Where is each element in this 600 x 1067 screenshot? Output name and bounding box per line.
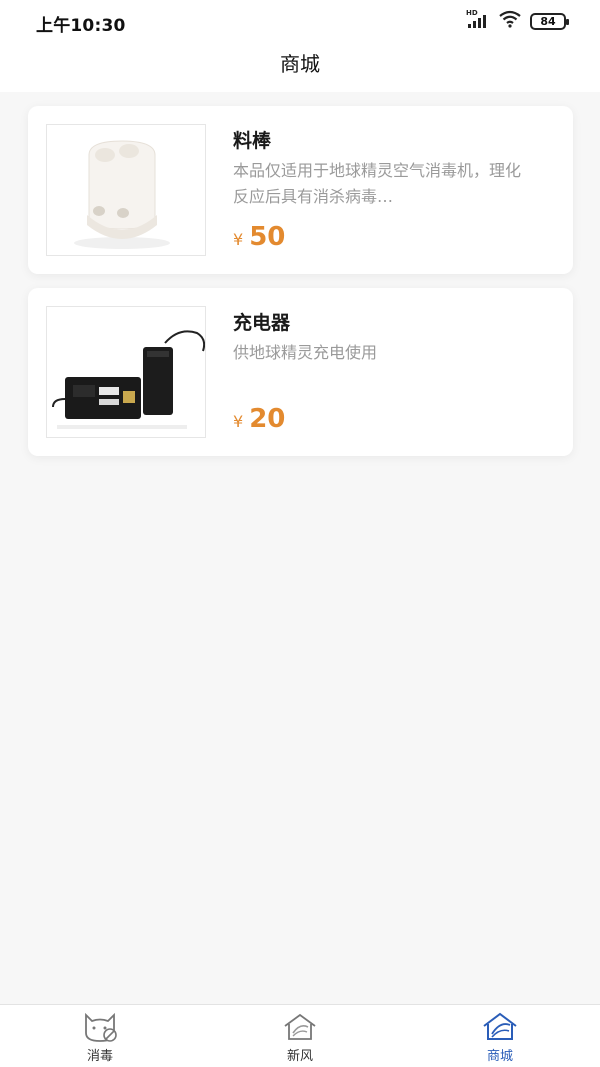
price-value: 50 [249,222,286,252]
product-description: 本品仅适用于地球精灵空气消毒机，理化反应后具有消杀病毒… [233,161,522,206]
tab-shop[interactable]: 商城 [460,1011,540,1067]
currency-symbol: ¥ [233,412,244,431]
product-card[interactable]: 料棒 本品仅适用于地球精灵空气消毒机，理化反应后具有消杀病毒… ¥50 [28,106,573,274]
rod-product-icon [47,125,205,255]
product-description: 供地球精灵充电使用 [233,343,378,362]
wifi-icon [498,10,522,32]
cat-disinfect-icon [85,1012,117,1042]
signal-icon: HD [466,9,490,29]
page-title: 商城 [280,52,320,76]
charger-product-icon [47,307,205,437]
product-price: ¥50 [233,222,285,252]
hd-label: HD [466,9,478,17]
product-image [46,306,206,438]
product-card[interactable]: 充电器 供地球精灵充电使用 ¥20 [28,288,573,456]
bottom-tab-bar: 消毒 新风 商城 [0,1004,600,1067]
status-bar: 上午10:30 HD 84 [0,0,600,42]
tab-label: 商城 [486,1049,513,1064]
product-image [46,124,206,256]
tab-fresh-air[interactable]: 新风 [260,1011,340,1067]
product-name: 充电器 [233,312,291,334]
status-icons: HD 84 [466,9,569,32]
tab-label: 消毒 [86,1049,113,1064]
currency-symbol: ¥ [233,230,244,249]
product-name: 料棒 [233,130,272,152]
product-price: ¥20 [233,404,285,434]
price-value: 20 [249,404,286,434]
nav-bar: 商城 [0,42,600,92]
shop-house-icon [483,1012,517,1040]
tab-label: 新风 [286,1049,313,1064]
tab-disinfect[interactable]: 消毒 [60,1011,140,1067]
battery-icon: 84 [530,12,569,30]
fresh-air-house-icon [284,1013,316,1040]
status-time: 上午10:30 [36,16,126,36]
